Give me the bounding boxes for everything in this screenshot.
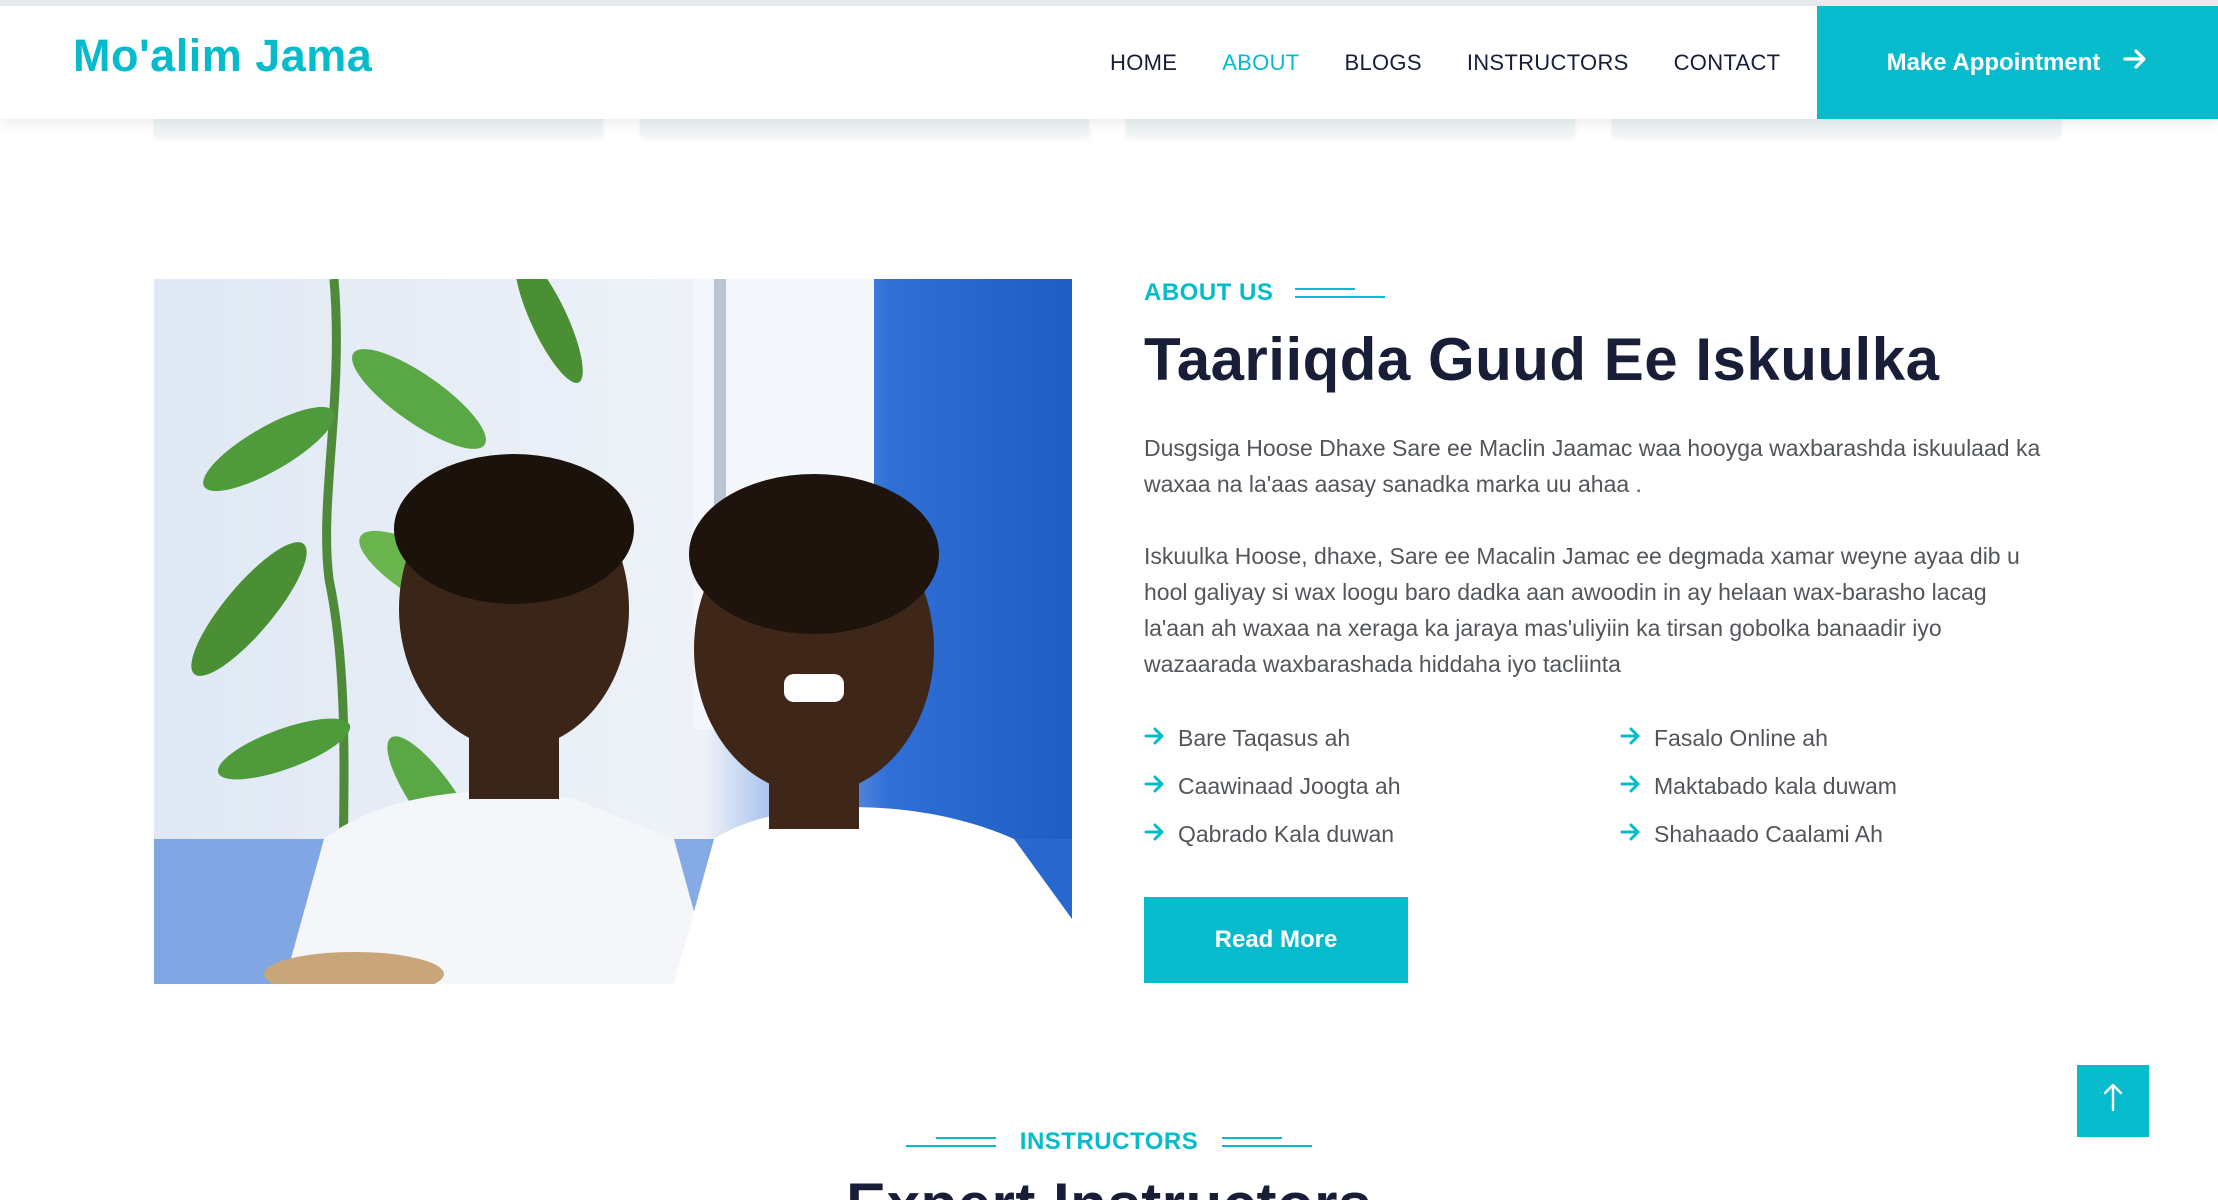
- read-more-button[interactable]: Read More: [1144, 897, 1408, 983]
- nav-item-instructors[interactable]: INSTRUCTORS: [1467, 50, 1629, 76]
- about-paragraph: Iskuulka Hoose, dhaxe, Sare ee Macalin J…: [1144, 543, 2020, 677]
- feature-item: Bare Taqasus ah: [1144, 722, 1620, 754]
- nav-item-blogs[interactable]: BLOGS: [1345, 50, 1422, 76]
- tag-decoration: [1222, 1135, 1313, 1149]
- feature-item: Fasalo Online ah: [1620, 722, 2040, 754]
- instructors-tag-label: INSTRUCTORS: [1019, 1128, 1199, 1155]
- arrow-right-icon: [1144, 771, 1166, 802]
- arrow-right-icon: [1144, 723, 1166, 754]
- arrow-up-icon: [2100, 1082, 2126, 1121]
- feature-label: Shahaado Caalami Ah: [1654, 820, 1883, 847]
- about-paragraph: Dusgsiga Hoose Dhaxe Sare ee Maclin Jaam…: [1144, 435, 2041, 497]
- tag-decoration: [905, 1135, 996, 1149]
- feature-item: Qabrado Kala duwan: [1144, 818, 1620, 850]
- instructors-title: Expert Instructors: [0, 1170, 2218, 1200]
- card-stub: [640, 119, 1089, 135]
- nav-item-contact[interactable]: CONTACT: [1674, 50, 1781, 76]
- about-section-tag: ABOUT US: [1144, 279, 2044, 307]
- feature-label: Qabrado Kala duwan: [1178, 820, 1395, 847]
- feature-label: Caawinaad Joogta ah: [1178, 772, 1401, 799]
- nav-item-home[interactable]: HOME: [1110, 50, 1177, 76]
- about-image: [154, 279, 1072, 984]
- nav-item-about[interactable]: ABOUT: [1222, 50, 1299, 76]
- main-nav: HOME ABOUT BLOGS INSTRUCTORS CONTACT: [1110, 6, 1825, 119]
- make-appointment-button[interactable]: Make Appointment: [1817, 6, 2218, 119]
- feature-item: Shahaado Caalami Ah: [1620, 818, 2040, 850]
- back-to-top-button[interactable]: [2077, 1065, 2149, 1137]
- card-stub: [154, 119, 603, 135]
- navbar: Mo'alim Jama HOME ABOUT BLOGS INSTRUCTOR…: [0, 6, 2218, 119]
- feature-label: Bare Taqasus ah: [1178, 724, 1351, 751]
- arrow-right-icon: [2122, 46, 2148, 80]
- about-content: ABOUT US Taariiqda Guud Ee Iskuulka Dusg…: [1144, 279, 2044, 850]
- about-tag-label: ABOUT US: [1144, 279, 1274, 306]
- card-stub: [1612, 119, 2061, 135]
- instructors-section-tag: INSTRUCTORS: [0, 1128, 2218, 1156]
- feature-label: Fasalo Online ah: [1654, 724, 1828, 751]
- arrow-right-icon: [1620, 723, 1642, 754]
- feature-item: Caawinaad Joogta ah: [1144, 770, 1620, 802]
- brand-logo[interactable]: Mo'alim Jama: [73, 30, 372, 82]
- feature-item: Maktabado kala duwam: [1620, 770, 2040, 802]
- card-stub: [1126, 119, 1575, 135]
- arrow-right-icon: [1620, 819, 1642, 850]
- feature-label: Maktabado kala duwam: [1654, 772, 1897, 799]
- arrow-right-icon: [1620, 771, 1642, 802]
- arrow-right-icon: [1144, 819, 1166, 850]
- make-appointment-label: Make Appointment: [1886, 48, 2101, 76]
- about-title: Taariiqda Guud Ee Iskuulka: [1144, 326, 1940, 393]
- tag-decoration: [1295, 286, 1386, 300]
- feature-list: Bare Taqasus ah Fasalo Online ah Caawina…: [1144, 722, 2044, 850]
